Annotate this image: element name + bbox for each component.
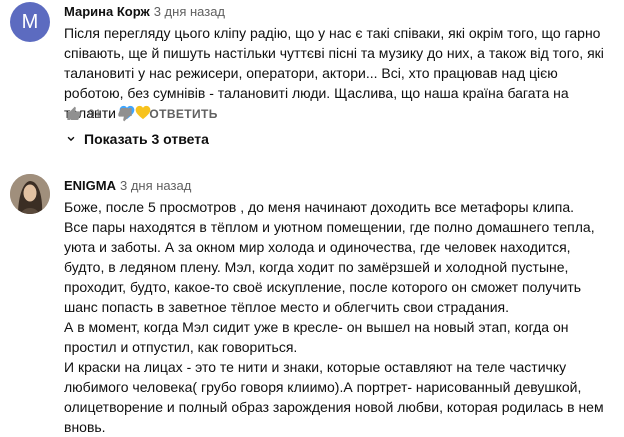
avatar[interactable]: М (10, 2, 50, 42)
thumbs-up-icon (67, 106, 81, 120)
comment-paragraph: А в момент, когда Мэл сидит уже в кресле… (64, 319, 569, 355)
comment-paragraph: Боже, после 5 просмотров , до меня начин… (64, 199, 574, 215)
dislike-button[interactable] (115, 104, 135, 124)
comment-author[interactable]: ENIGMA (64, 178, 116, 193)
comment-header: Марина Корж 3 дня назад (64, 4, 225, 19)
show-replies-button[interactable]: Показать 3 ответа (64, 131, 209, 147)
comment-paragraph: И краски на лицах - это те нити и знаки,… (64, 359, 604, 435)
comment-author[interactable]: Марина Корж (64, 4, 150, 19)
comment-date[interactable]: 3 дня назад (120, 178, 191, 193)
like-count: 91 (88, 107, 102, 121)
comment-thread: ENIGMA 3 дня назад Боже, после 5 просмотр… (0, 170, 624, 435)
reply-button[interactable]: ОТВЕТИТЬ (149, 107, 217, 121)
comment-text: Боже, после 5 просмотров , до меня начин… (64, 197, 609, 437)
comment-date[interactable]: 3 дня назад (154, 4, 225, 19)
chevron-down-icon (67, 136, 75, 142)
avatar[interactable] (10, 174, 50, 214)
comment-actions: 91 ОТВЕТИТЬ (64, 104, 218, 124)
comment-header: ENIGMA 3 дня назад (64, 178, 191, 193)
avatar-photo-icon (10, 174, 50, 214)
show-replies-label: Показать 3 ответа (84, 131, 209, 147)
comment-paragraph: Все пары находятся в тёплом и уютном пом… (64, 219, 595, 315)
thumbs-down-icon (118, 108, 133, 122)
avatar-letter: М (21, 11, 39, 33)
like-button[interactable] (64, 104, 84, 124)
comment-thread: М Марина Корж 3 дня назад Після перегляду… (0, 0, 624, 160)
